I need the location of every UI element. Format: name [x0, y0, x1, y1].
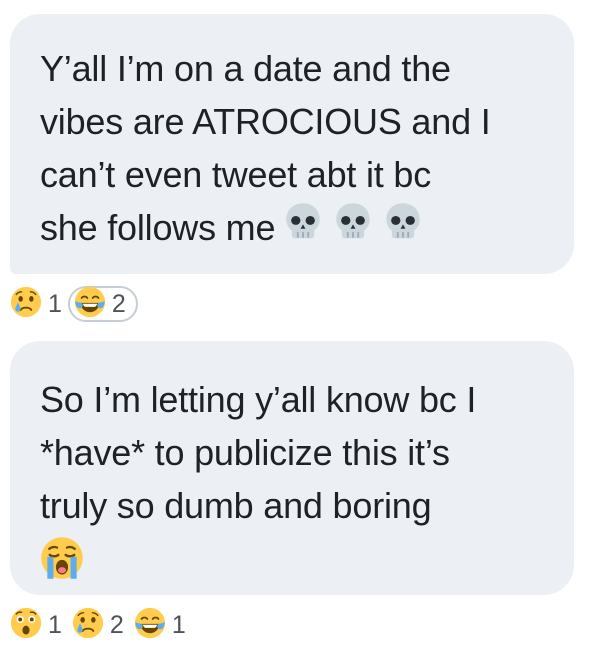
reaction-count: 1	[48, 610, 62, 639]
message-text-line: vibes are ATROCIOUS and I	[40, 101, 491, 142]
tears-of-joy-icon	[74, 286, 106, 323]
reaction-crying[interactable]: 2	[70, 607, 132, 643]
reaction-count: 1	[171, 610, 186, 639]
message-text-line: truly so dumb and boring	[40, 485, 432, 526]
reaction-astonished[interactable]: 1	[8, 607, 70, 643]
message-text-line: she follows me	[40, 201, 544, 257]
skull-icon	[283, 201, 323, 255]
reaction-bar: 1 2 1	[8, 605, 194, 645]
message-bubble[interactable]: So I’m letting y’all know bc I *have* to…	[10, 341, 574, 595]
message-text-fragment: she follows me	[40, 207, 276, 248]
reaction-count: 2	[111, 289, 126, 318]
skull-icon	[333, 201, 373, 255]
loudly-crying-face-icon	[40, 567, 84, 584]
message-text-line: So I’m letting y’all know bc I	[40, 379, 477, 420]
astonished-face-icon	[10, 607, 42, 644]
reaction-count: 1	[48, 289, 62, 318]
message-emoji-line	[40, 536, 544, 586]
message-text-line: Y’all I’m on a date and the	[40, 48, 451, 89]
reaction-bar: 1 2	[8, 284, 138, 324]
crying-face-icon	[72, 607, 104, 644]
tears-of-joy-icon	[134, 607, 166, 644]
skull-icon	[383, 201, 423, 255]
reaction-tears-of-joy-selected[interactable]: 2	[67, 286, 138, 323]
message-text-line: *have* to publicize this it’s	[40, 432, 450, 473]
message-bubble[interactable]: Y’all I’m on a date and the vibes are AT…	[10, 14, 574, 274]
reaction-tears-of-joy[interactable]: 1	[132, 607, 194, 643]
chat-thread: Y’all I’m on a date and the vibes are AT…	[0, 0, 612, 665]
message-text-line: can’t even tweet abt it bc	[40, 154, 432, 195]
reaction-crying[interactable]: 1	[8, 286, 70, 322]
reaction-count: 2	[109, 610, 124, 639]
crying-face-icon	[10, 286, 42, 323]
